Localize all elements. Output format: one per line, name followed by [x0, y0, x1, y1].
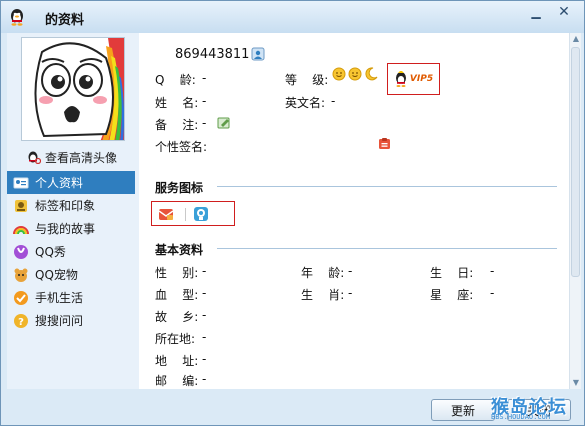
question-badge-icon: ? [14, 313, 28, 328]
minimize-button[interactable]: ▁ [523, 3, 549, 21]
sidebar-item-label: QQ宠物 [35, 268, 78, 282]
business-card-icon[interactable] [251, 47, 265, 61]
gender-value: - [202, 264, 207, 278]
name-label: 姓 名: [155, 96, 199, 110]
services-section-title: 服务图标 [155, 181, 204, 195]
sun-level-icon [348, 67, 362, 81]
hometown-label: 故 乡: [155, 310, 199, 324]
english-name-value: - [331, 94, 336, 108]
view-hd-avatar-label: 查看高清头像 [45, 150, 118, 165]
constellation-label: 星 座: [430, 288, 474, 302]
profile-card-icon [13, 177, 29, 188]
signature-history-icon[interactable] [378, 137, 391, 150]
window-title: 的资料 [45, 13, 85, 28]
qq-mail-service-icon[interactable] [158, 206, 174, 222]
qq-show-icon [14, 244, 28, 259]
remark-value: - [202, 116, 207, 130]
gender-label: 性 别: [155, 266, 199, 280]
sidebar-item-label: QQ秀 [35, 245, 66, 259]
sidebar-item-profile[interactable]: 个人资料 [7, 171, 135, 194]
scroll-thumb[interactable] [571, 47, 580, 277]
scroll-up-arrow[interactable]: ▲ [570, 33, 582, 45]
sidebar-nav: 个人资料 标签和印象 与我的故事 QQ秀 QQ宠物 手机生活 ? 搜搜问问 [7, 171, 135, 332]
zodiac-animal-label: 生 肖: [301, 288, 345, 302]
scroll-down-arrow[interactable]: ▼ [570, 377, 582, 389]
sidebar-item-label: 与我的故事 [35, 222, 96, 236]
view-hd-avatar-link[interactable]: 查看高清头像 [27, 147, 117, 167]
vip-level-text: VIP5 [409, 74, 434, 84]
blood-type-label: 血 型: [155, 288, 199, 302]
birthday-value: - [490, 264, 495, 278]
close-window-button[interactable]: ✕ [551, 3, 577, 21]
location-value: - [202, 330, 207, 344]
sidebar-item-stories[interactable]: 与我的故事 [7, 217, 135, 240]
name-value: - [202, 94, 207, 108]
sidebar-item-label: 标签和印象 [35, 199, 96, 213]
qq-space-service-icon[interactable] [193, 206, 209, 222]
sidebar-item-qq-pet[interactable]: QQ宠物 [7, 263, 135, 286]
vip-penguin-icon [395, 71, 406, 87]
birthday-label: 生 日: [430, 266, 474, 280]
forum-watermark: 猴岛论坛 BBS.HOUDAO.COM [491, 393, 583, 425]
watermark-sub-text: BBS.HOUDAO.COM [491, 413, 551, 421]
content-scrollbar[interactable]: ▲ ▼ [569, 33, 581, 389]
svg-text:?: ? [18, 317, 24, 328]
edit-remark-icon[interactable] [217, 116, 231, 130]
vip-badge-highlight[interactable]: VIP5 [387, 63, 440, 95]
age-label: 年 龄: [301, 266, 345, 280]
location-label: 所在地: [155, 332, 196, 346]
sidebar-item-qq-show[interactable]: QQ秀 [7, 240, 135, 263]
postal-code-label: 邮 编: [155, 374, 199, 388]
penguin-magnifier-icon [28, 151, 41, 164]
sun-level-icon [332, 67, 346, 81]
profile-content: 869443811 Q 龄: - 等 级: VIP5 姓 名: - 英文名: -… [139, 33, 569, 389]
check-badge-icon [14, 290, 28, 305]
avatar[interactable] [21, 37, 125, 141]
moon-level-icon [365, 67, 378, 81]
blood-type-value: - [202, 286, 207, 300]
sidebar-item-label: 手机生活 [35, 291, 84, 305]
sidebar-item-label: 个人资料 [35, 176, 84, 190]
zodiac-animal-value: - [348, 286, 353, 300]
qq-number: 869443811 [175, 47, 250, 62]
basic-info-section-title: 基本资料 [155, 243, 204, 257]
sidebar: 查看高清头像 个人资料 标签和印象 与我的故事 QQ秀 QQ宠物 手机生活 ? … [7, 33, 139, 389]
profile-window: 的资料 ▁ ✕ 查看高清头像 个人资料 标签和印象 与我的故事 QQ秀 QQ宠物… [0, 0, 585, 426]
constellation-value: - [490, 286, 495, 300]
english-name-label: 英文名: [285, 96, 326, 110]
sidebar-item-label: 搜搜问问 [35, 314, 84, 328]
address-label: 地 址: [155, 354, 199, 368]
section-divider [217, 186, 557, 187]
tag-icon [15, 199, 27, 212]
sidebar-item-tags[interactable]: 标签和印象 [7, 194, 135, 217]
service-icons-highlight [151, 201, 235, 226]
pet-icon [14, 268, 28, 282]
hometown-value: - [202, 308, 207, 322]
qq-age-value: - [202, 71, 207, 85]
service-separator [185, 208, 186, 221]
level-label: 等 级: [285, 73, 329, 87]
level-icons[interactable] [332, 67, 378, 81]
sidebar-item-mobile-life[interactable]: 手机生活 [7, 286, 135, 309]
qq-penguin-icon [11, 9, 23, 26]
address-value: - [202, 352, 207, 366]
signature-label: 个性签名: [155, 140, 208, 154]
section-divider [217, 248, 557, 249]
remark-label: 备 注: [155, 118, 199, 132]
rainbow-icon [13, 225, 29, 234]
qq-age-label: Q 龄: [155, 73, 196, 87]
sidebar-item-soso-wenwen[interactable]: ? 搜搜问问 [7, 309, 135, 332]
postal-code-value: - [202, 372, 207, 386]
title-bar[interactable]: 的资料 ▁ ✕ [1, 1, 584, 33]
meme-face-avatar-image [22, 38, 124, 140]
age-value: - [348, 264, 353, 278]
refresh-button[interactable]: 更新 [431, 399, 495, 421]
